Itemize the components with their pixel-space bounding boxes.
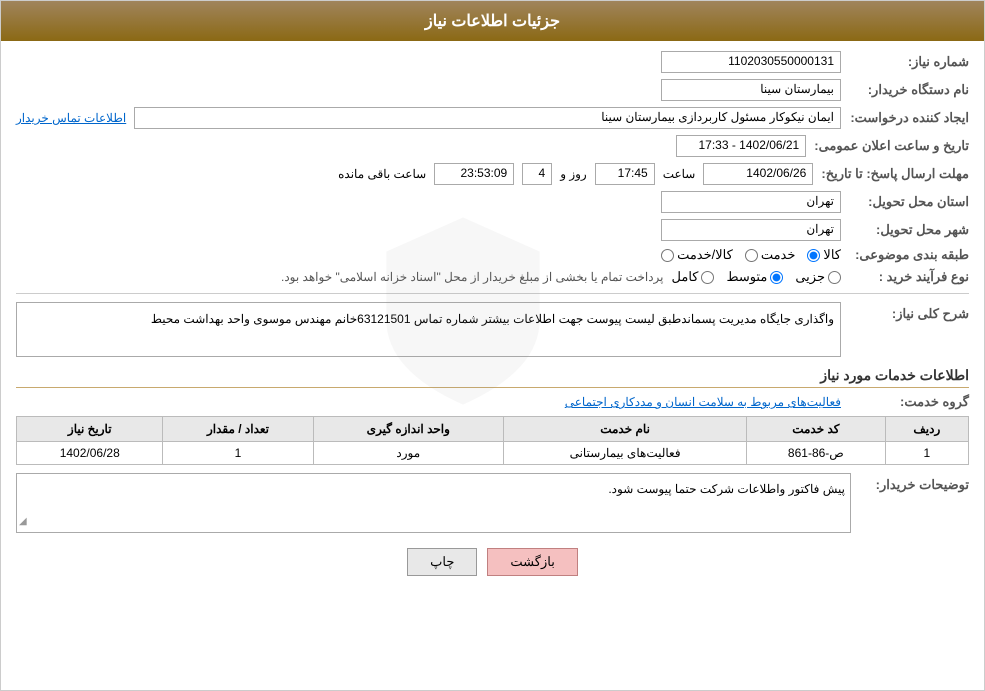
category-kala-khidmat-radio[interactable] <box>661 249 674 262</box>
purchase-type-jozi-label: جزیی <box>795 269 825 285</box>
category-kala-khidmat-label: کالا/خدمت <box>677 247 733 263</box>
service-info-title: اطلاعات خدمات مورد نیاز <box>16 367 969 388</box>
purchase-type-jozi[interactable]: جزیی <box>795 269 841 285</box>
category-khidmat[interactable]: خدمت <box>745 247 796 263</box>
divider-1 <box>16 293 969 294</box>
purchase-type-motevaset[interactable]: متوسط <box>726 269 783 285</box>
buyer-name-label: نام دستگاه خریدار: <box>849 82 969 98</box>
category-khidmat-label: خدمت <box>761 247 796 263</box>
col-unit: واحد اندازه گیری <box>313 417 503 442</box>
purchase-type-kamel-label: کامل <box>672 269 699 285</box>
reply-time-value: 17:45 <box>595 163 655 185</box>
reply-days-label: روز و <box>560 167 587 181</box>
description-value: واگذاری جایگاه مدیریت پسماندطبق لیست پیو… <box>16 302 841 357</box>
province-value: تهران <box>661 191 841 213</box>
page-header: جزئیات اطلاعات نیاز <box>1 1 984 41</box>
back-button[interactable]: بازگشت <box>487 548 577 576</box>
col-row: ردیف <box>885 417 968 442</box>
purchase-type-radio-group: کامل متوسط جزیی <box>672 269 841 285</box>
services-table: ردیف کد خدمت نام خدمت واحد اندازه گیری ت… <box>16 416 969 465</box>
category-kala-radio[interactable] <box>807 249 820 262</box>
category-kala[interactable]: کالا <box>807 247 841 263</box>
service-group-value[interactable]: فعالیت‌های مربوط به سلامت انسان و مددکار… <box>565 395 841 409</box>
purchase-type-motevaset-label: متوسط <box>726 269 767 285</box>
print-button[interactable]: چاپ <box>407 548 477 576</box>
province-label: استان محل تحویل: <box>849 194 969 210</box>
cell-date: 1402/06/28 <box>17 442 163 465</box>
reply-time-label: ساعت <box>663 167 696 181</box>
category-khidmat-radio[interactable] <box>745 249 758 262</box>
cell-code: ص-86-861 <box>747 442 885 465</box>
buyer-name-value: بیمارستان سینا <box>661 79 841 101</box>
need-number-label: شماره نیاز: <box>849 54 969 70</box>
purchase-type-kamel[interactable]: کامل <box>672 269 715 285</box>
col-quantity: تعداد / مقدار <box>163 417 313 442</box>
reply-date-value: 1402/06/26 <box>703 163 813 185</box>
table-row: 1 ص-86-861 فعالیت‌های بیمارستانی مورد 1 … <box>17 442 969 465</box>
col-code: کد خدمت <box>747 417 885 442</box>
col-name: نام خدمت <box>504 417 747 442</box>
city-value: تهران <box>661 219 841 241</box>
category-radio-group: کالا/خدمت خدمت کالا <box>661 247 841 263</box>
cell-unit: مورد <box>313 442 503 465</box>
service-group-label: گروه خدمت: <box>849 394 969 410</box>
requester-value: ایمان نیکوکار مسئول کاربردازی بیمارستان … <box>134 107 841 129</box>
buyer-desc-value: پیش فاکتور واطلاعات شرکت حتما پیوست شود.… <box>16 473 851 533</box>
purchase-type-label: نوع فرآیند خرید : <box>849 269 969 285</box>
reply-remaining-value: 23:53:09 <box>434 163 514 185</box>
cell-row: 1 <box>885 442 968 465</box>
purchase-type-motevaset-radio[interactable] <box>770 271 783 284</box>
resize-icon: ◢ <box>19 513 27 530</box>
city-label: شهر محل تحویل: <box>849 222 969 238</box>
need-number-value: 1102030550000131 <box>661 51 841 73</box>
announce-date-value: 1402/06/21 - 17:33 <box>676 135 806 157</box>
category-kala-label: کالا <box>823 247 841 263</box>
requester-contact-link[interactable]: اطلاعات تماس خریدار <box>16 111 126 125</box>
requester-label: ایجاد کننده درخواست: <box>849 110 969 126</box>
cell-name: فعالیت‌های بیمارستانی <box>504 442 747 465</box>
buyer-desc-label: توضیحات خریدار: <box>859 473 969 493</box>
reply-deadline-label: مهلت ارسال پاسخ: تا تاریخ: <box>821 166 969 182</box>
col-date: تاریخ نیاز <box>17 417 163 442</box>
reply-days-value: 4 <box>522 163 552 185</box>
purchase-type-notice: پرداخت تمام یا بخشی از مبلغ خریدار از مح… <box>281 270 664 284</box>
cell-quantity: 1 <box>163 442 313 465</box>
announce-date-label: تاریخ و ساعت اعلان عمومی: <box>814 138 969 154</box>
reply-remaining-label: ساعت باقی مانده <box>338 167 426 181</box>
category-kala-khidmat[interactable]: کالا/خدمت <box>661 247 733 263</box>
description-label: شرح کلی نیاز: <box>849 302 969 322</box>
buttons-row: بازگشت چاپ <box>16 548 969 576</box>
purchase-type-kamel-radio[interactable] <box>701 271 714 284</box>
category-label: طبقه بندی موضوعی: <box>849 247 969 263</box>
purchase-type-jozi-radio[interactable] <box>828 271 841 284</box>
